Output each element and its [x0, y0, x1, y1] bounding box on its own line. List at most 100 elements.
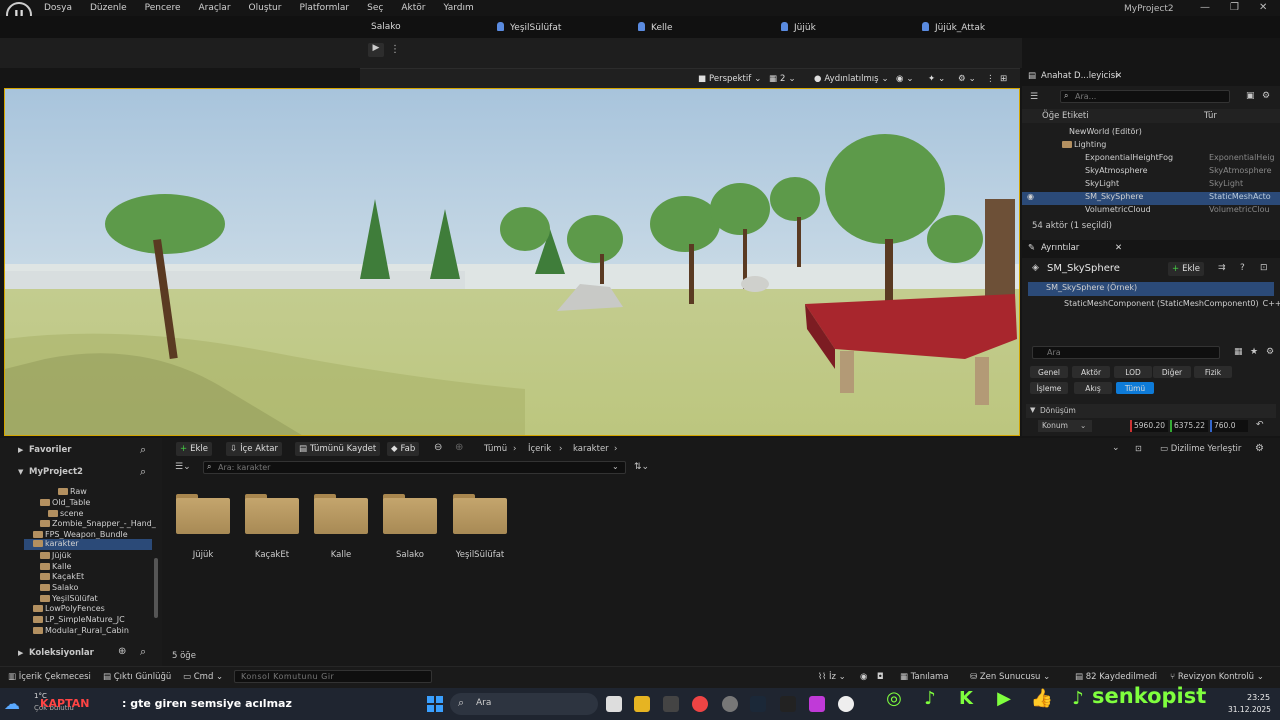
menu-item-help[interactable]: Yardım: [443, 3, 473, 13]
folder-add-icon[interactable]: ▣: [1246, 91, 1255, 101]
menu-item-file[interactable]: Dosya: [44, 3, 72, 13]
chevron-down-icon[interactable]: ⌄: [1112, 443, 1120, 453]
tree-item[interactable]: Raw: [58, 487, 87, 496]
filter-actor[interactable]: Aktör: [1072, 366, 1110, 378]
level-viewport[interactable]: [4, 88, 1020, 436]
search-icon[interactable]: ⌕: [140, 443, 146, 457]
minimize-icon[interactable]: —: [1200, 2, 1210, 13]
content-drawer-button[interactable]: ▥ İçerik Çekmecesi: [8, 672, 91, 682]
lock-icon[interactable]: ⊡: [1135, 444, 1142, 453]
blueprint-icon[interactable]: ⇉: [1218, 263, 1226, 273]
task-view-icon[interactable]: [606, 696, 622, 712]
folder-tile-kacaket[interactable]: [245, 492, 299, 534]
filter-physics[interactable]: Fizik: [1194, 366, 1232, 378]
output-log-button[interactable]: ▤ Çıktı Günlüğü: [103, 672, 171, 682]
tree-item[interactable]: Zombie_Snapper_-_Hand_: [40, 519, 156, 528]
revision-control-button[interactable]: ⑂ Revizyon Kontrolü ⌄: [1170, 672, 1264, 682]
trace-button[interactable]: ⌇⌇ İz ⌄: [818, 672, 846, 682]
add-circle-icon[interactable]: ⊕: [118, 646, 126, 657]
tree-item[interactable]: Jüjük: [40, 551, 71, 560]
tab-jujuk-attak[interactable]: Jüjük_Attak: [922, 22, 985, 33]
filter-all[interactable]: Tümü: [1116, 382, 1154, 394]
eye-icon[interactable]: ◉: [1027, 192, 1034, 201]
import-button[interactable]: ⇩ İçe Aktar: [226, 442, 283, 456]
folder-tile-kalle[interactable]: [314, 492, 368, 534]
zen-server-button[interactable]: ⛁ Zen Sunucusu ⌄: [970, 672, 1050, 682]
dock-layout-button[interactable]: ▭ Dizilime Yerleştir: [1160, 444, 1241, 454]
filter-other[interactable]: Diğer: [1153, 366, 1191, 378]
tree-item[interactable]: FPS_Weapon_Bundle: [33, 530, 128, 539]
star-icon[interactable]: ★: [1250, 347, 1258, 357]
instance-row[interactable]: SM_SkySphere (Örnek): [1028, 282, 1274, 296]
chrome-icon[interactable]: [692, 696, 708, 712]
console-input[interactable]: Konsol Komutunu Gir: [234, 670, 432, 683]
tree-item[interactable]: LowPolyFences: [33, 604, 105, 613]
camera-icon[interactable]: ◘: [877, 672, 884, 682]
breadcrumb-all[interactable]: Tümü: [484, 444, 507, 454]
cmd-dropdown[interactable]: ▭ Cmd ⌄: [183, 672, 223, 682]
fab-button[interactable]: ◆ Fab: [387, 442, 420, 456]
play-icon[interactable]: ▶: [368, 43, 384, 57]
close-icon[interactable]: ✕: [1115, 243, 1122, 253]
tab-salako[interactable]: Salako: [371, 22, 401, 32]
menu-item-window[interactable]: Pencere: [145, 3, 181, 13]
sort-icon[interactable]: ⇅⌄: [634, 462, 649, 472]
steam-icon[interactable]: [750, 696, 766, 712]
outliner-row[interactable]: NewWorld (Editör): [1022, 127, 1272, 140]
folder-tile-salako[interactable]: [383, 492, 437, 534]
filter-icon[interactable]: ☰⌄: [175, 462, 191, 472]
viewport-menu-button[interactable]: ⋮: [986, 72, 995, 85]
location-y-field[interactable]: 6375.22: [1170, 420, 1208, 432]
more-options-icon[interactable]: ⋮: [390, 44, 400, 55]
gear-icon[interactable]: ⚙: [1262, 91, 1270, 101]
add-button[interactable]: + Ekle: [176, 442, 213, 456]
filter-general[interactable]: Genel: [1030, 366, 1068, 378]
unreal-engine-icon[interactable]: [838, 696, 854, 712]
lock-icon[interactable]: ⊡: [1260, 263, 1268, 273]
outliner-row[interactable]: SkyLight SkyLight: [1022, 179, 1272, 192]
menu-item-actor[interactable]: Aktör: [401, 3, 425, 13]
outliner-search-input[interactable]: Ara...: [1060, 90, 1230, 103]
transform-section-header[interactable]: ▼ Dönüşüm: [1026, 404, 1276, 418]
settings-button[interactable]: ⚙ ⌄: [958, 72, 976, 85]
outliner-row[interactable]: SkyAtmosphere SkyAtmosphere: [1022, 166, 1272, 179]
taskbar-search[interactable]: Ara: [450, 693, 598, 715]
filter-rendering[interactable]: İşleme: [1030, 382, 1068, 394]
outliner-row-selected[interactable]: ◉ SM_SkySphere StaticMeshActo: [1022, 192, 1280, 205]
tab-yesilsulufat[interactable]: YeşilSülüfat: [497, 22, 561, 33]
filter-lod[interactable]: LOD: [1114, 366, 1152, 378]
table-icon[interactable]: ▦: [1234, 347, 1243, 357]
filter-icon[interactable]: ☰: [1030, 92, 1038, 102]
location-x-field[interactable]: 5960.20: [1130, 420, 1168, 432]
store-icon[interactable]: [663, 696, 679, 712]
content-search-input[interactable]: Ara: karakter: [203, 461, 626, 474]
reset-icon[interactable]: ↶: [1256, 420, 1264, 430]
close-icon[interactable]: ✕: [1115, 71, 1122, 81]
help-icon[interactable]: ?: [1240, 263, 1245, 273]
collections-header[interactable]: Koleksiyonlar: [29, 648, 94, 658]
app-icon[interactable]: [809, 696, 825, 712]
tree-item[interactable]: KaçakEt: [40, 572, 84, 581]
show-flags-button[interactable]: ◉ ⌄: [896, 72, 914, 85]
outliner-row[interactable]: Lighting: [1022, 140, 1272, 153]
file-explorer-icon[interactable]: [634, 696, 650, 712]
close-icon[interactable]: ✕: [1259, 2, 1267, 13]
menu-item-tools[interactable]: Araçlar: [198, 3, 230, 13]
tab-jujuk[interactable]: Jüjük: [781, 22, 816, 33]
menu-item-platforms[interactable]: Platformlar: [299, 3, 349, 13]
tree-item[interactable]: Salako: [40, 583, 78, 592]
back-icon[interactable]: ⊖: [434, 442, 442, 453]
unsaved-button[interactable]: ▤ 82 Kaydedilmedi: [1075, 672, 1157, 682]
diagnose-button[interactable]: ▦ Tanılama: [900, 672, 949, 682]
breadcrumb-karakter[interactable]: karakter: [573, 444, 609, 454]
filter-streaming[interactable]: Akış: [1074, 382, 1112, 394]
menu-item-build[interactable]: Oluştur: [249, 3, 282, 13]
transform-tools-button[interactable]: ✦ ⌄: [928, 72, 945, 85]
folder-tile-yesilsulufat[interactable]: [453, 492, 507, 534]
folder-tile-jujuk[interactable]: [176, 492, 230, 534]
maximize-icon[interactable]: ❐: [1230, 2, 1239, 13]
app-icon[interactable]: [722, 696, 738, 712]
windows-start-icon[interactable]: [427, 696, 443, 712]
tree-item[interactable]: YeşilSülüfat: [40, 594, 98, 603]
tree-item[interactable]: LP_SimpleNature_JC: [33, 615, 125, 624]
